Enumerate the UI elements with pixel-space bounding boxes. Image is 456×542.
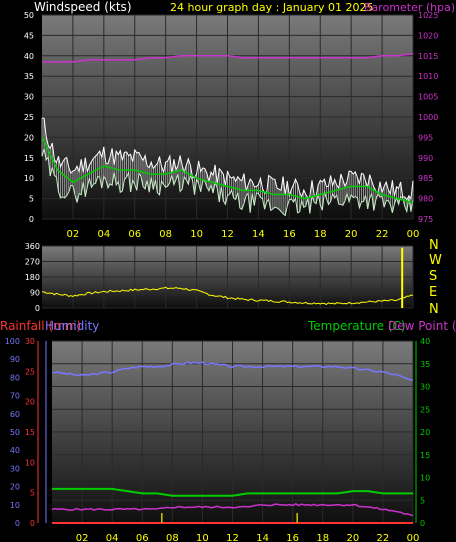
rainfall-y-tick-label: 10: [25, 458, 35, 467]
weather-chart: 0510152025303540455097598098599099510001…: [0, 0, 456, 542]
time-tick-label: 06: [136, 533, 149, 542]
time-tick-label: 16: [283, 229, 296, 240]
barometer-y-tick-label: 975: [418, 215, 433, 224]
humidity-y-tick-label: 80: [10, 373, 20, 382]
humidity-y-tick-label: 60: [10, 410, 20, 419]
wind-y-tick-label: 0: [29, 215, 34, 224]
temperature-y-tick-label: 30: [420, 383, 430, 392]
barometer-y-tick-label: 1000: [418, 113, 438, 122]
direction-y-tick-label: 180: [25, 273, 40, 282]
rainfall-y-tick-label: 20: [25, 398, 35, 407]
temperature-y-tick-label: 15: [420, 451, 430, 460]
temperature-humidity-panel: 0510152025300102030405060708090100051015…: [5, 337, 430, 542]
wind-y-tick-label: 15: [24, 154, 34, 163]
time-tick-label: 02: [76, 533, 89, 542]
temperature-y-tick-label: 35: [420, 360, 430, 369]
time-tick-label: 06: [128, 229, 141, 240]
chart-title: 24 hour graph day : January 01 2025: [170, 1, 374, 14]
barometer-y-tick-label: 980: [418, 195, 433, 204]
time-tick-label: 12: [221, 229, 234, 240]
rainfall-y-tick-label: 30: [25, 337, 35, 346]
rainfall-y-tick-label: 15: [25, 428, 35, 437]
humidity-y-tick-label: 70: [10, 392, 20, 401]
wind-barometer-panel: 0510152025303540455097598098599099510001…: [24, 11, 439, 240]
time-tick-label: 18: [314, 229, 327, 240]
direction-y-tick-label: 90: [30, 289, 40, 298]
compass-label-w: W: [429, 253, 442, 268]
barometer-axis-title: Barometer (hpa): [364, 1, 455, 14]
humidity-axis-title: Humidity: [45, 319, 99, 333]
time-tick-label: 04: [97, 229, 110, 240]
humidity-y-tick-label: 20: [10, 483, 20, 492]
time-tick-label: 08: [159, 229, 172, 240]
compass-label-n-top: N: [429, 238, 439, 253]
humidity-y-tick-label: 100: [5, 337, 20, 346]
humidity-y-tick-label: 0: [15, 519, 20, 528]
wind-y-tick-label: 35: [24, 72, 34, 81]
time-tick-label: 10: [190, 229, 203, 240]
humidity-y-tick-label: 90: [10, 355, 20, 364]
humidity-y-tick-label: 50: [10, 428, 20, 437]
time-tick-label: 14: [252, 229, 265, 240]
barometer-y-tick-label: 990: [418, 154, 433, 163]
temperature-y-tick-label: 0: [420, 519, 425, 528]
humidity-y-tick-label: 10: [10, 501, 20, 510]
time-tick-label: 20: [345, 229, 358, 240]
humidity-y-tick-label: 40: [10, 446, 20, 455]
time-tick-label: 22: [377, 533, 390, 542]
barometer-y-tick-label: 1005: [418, 93, 438, 102]
temperature-y-tick-label: 20: [420, 428, 430, 437]
temperature-y-tick-label: 5: [420, 496, 425, 505]
direction-y-tick-label: 0: [35, 304, 40, 313]
time-tick-label: 08: [166, 533, 179, 542]
barometer-y-tick-label: 1015: [418, 52, 438, 61]
temperature-y-tick-label: 10: [420, 474, 430, 483]
barometer-y-tick-label: 985: [418, 174, 433, 183]
compass-label-n-bottom: N: [429, 302, 439, 317]
direction-y-tick-label: 360: [25, 242, 40, 251]
wind-y-tick-label: 5: [29, 195, 34, 204]
barometer-y-tick-label: 1010: [418, 72, 438, 81]
dewpoint-axis-title: Dew Point (C): [388, 319, 456, 333]
time-tick-label: 00: [407, 533, 420, 542]
time-tick-label: 14: [256, 533, 269, 542]
rainfall-y-tick-label: 0: [30, 519, 35, 528]
time-tick-label: 02: [67, 229, 80, 240]
rainfall-y-tick-label: 25: [25, 367, 35, 376]
time-tick-label: 20: [346, 533, 359, 542]
humidity-y-tick-label: 30: [10, 464, 20, 473]
temperature-y-tick-label: 40: [420, 337, 430, 346]
time-tick-label: 00: [407, 229, 420, 240]
barometer-y-tick-label: 1020: [418, 31, 438, 40]
wind-y-tick-label: 10: [24, 174, 34, 183]
compass-label-s: S: [429, 269, 437, 284]
wind-direction-panel: 0 90 180 270 360: [25, 242, 414, 313]
barometer-y-tick-label: 995: [418, 133, 433, 142]
rainfall-y-tick-label: 5: [30, 489, 35, 498]
time-tick-label: 04: [106, 533, 119, 542]
wind-y-tick-label: 20: [24, 133, 34, 142]
time-tick-label: 22: [376, 229, 389, 240]
wind-y-tick-label: 30: [24, 93, 34, 102]
wind-y-tick-label: 50: [24, 11, 34, 20]
time-tick-label: 12: [226, 533, 239, 542]
temperature-y-tick-label: 25: [420, 405, 430, 414]
time-tick-label: 10: [196, 533, 209, 542]
direction-y-tick-label: 270: [25, 258, 40, 267]
windspeed-axis-title: Windspeed (kts): [34, 0, 132, 14]
wind-y-tick-label: 25: [24, 113, 34, 122]
wind-y-tick-label: 45: [24, 31, 34, 40]
wind-y-tick-label: 40: [24, 52, 34, 61]
time-tick-label: 18: [316, 533, 329, 542]
compass-label-e: E: [429, 285, 437, 300]
time-tick-label: 16: [286, 533, 299, 542]
